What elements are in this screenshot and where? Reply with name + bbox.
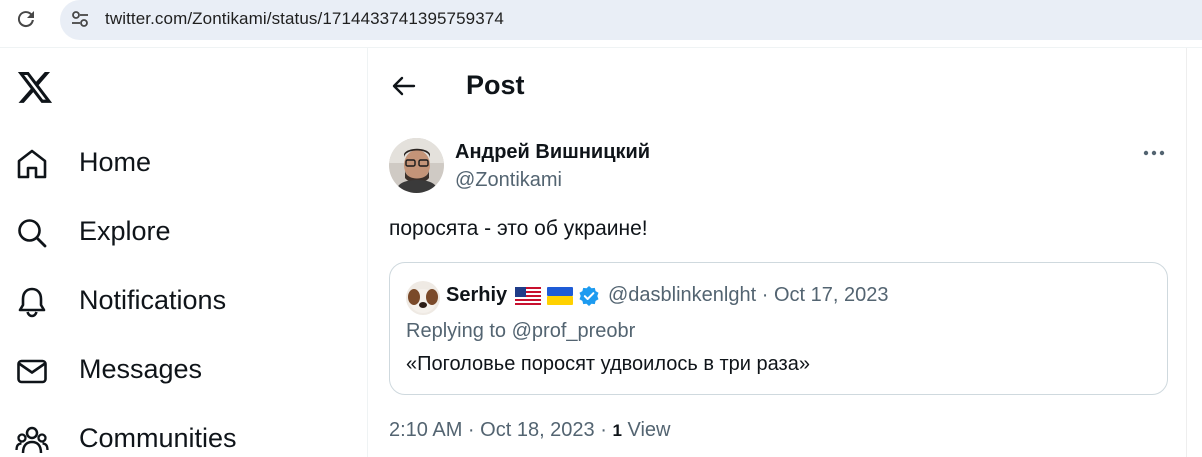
quote-text: «Поголовье поросят удвоилось в три раза» — [406, 353, 810, 375]
replying-to: Replying to @prof_preobr — [406, 320, 635, 343]
views-count: 1 — [612, 421, 622, 440]
mention-link[interactable]: @prof_preobr — [512, 320, 636, 342]
reload-icon[interactable] — [14, 7, 38, 31]
main-column: Post Андрей Вишницкий @Zontikami поросят… — [368, 48, 1186, 457]
sidebar-item-label: Notifications — [79, 285, 227, 315]
author-name[interactable]: Андрей Вишницкий — [455, 141, 650, 164]
x-logo-icon[interactable] — [16, 68, 54, 106]
quote-author-name[interactable]: Serhiy — [446, 284, 507, 307]
avatar-image — [389, 138, 444, 193]
avatar[interactable] — [389, 138, 444, 193]
sidebar-item-communities[interactable]: Communities — [0, 413, 367, 457]
bell-icon — [18, 287, 46, 318]
sidebar-item-home[interactable]: Home — [0, 137, 367, 189]
browser-bar: twitter.com/Zontikami/status/17144337413… — [0, 0, 1202, 40]
author-handle[interactable]: @Zontikami — [455, 169, 562, 192]
communities-icon — [15, 426, 49, 454]
sidebar-item-messages[interactable]: Messages — [0, 344, 367, 396]
tweet-time[interactable]: 2:10 AM · Oct 18, 2023 · — [389, 419, 612, 441]
tweet-text: поросята - это об украине! — [389, 217, 648, 240]
quoted-tweet[interactable]: Serhiy @dasblinkenlght · Oct 17, 2023 Re… — [389, 262, 1168, 395]
sidebar-nav: Home Explore Notifications Messages Comm… — [0, 48, 367, 457]
scrollbar[interactable] — [1186, 48, 1202, 457]
home-icon — [17, 149, 47, 179]
views-label: View — [621, 419, 671, 441]
sidebar-item-label: Explore — [79, 216, 171, 246]
ukraine-flag-icon — [547, 287, 573, 305]
more-options-icon[interactable] — [1140, 142, 1168, 164]
quote-meta[interactable]: @dasblinkenlght · Oct 17, 2023 — [608, 284, 888, 307]
envelope-icon — [17, 359, 47, 384]
site-settings-icon[interactable] — [69, 8, 91, 30]
url-text[interactable]: twitter.com/Zontikami/status/17144337413… — [105, 9, 504, 29]
back-arrow-icon[interactable] — [390, 72, 418, 100]
page-title: Post — [466, 70, 525, 100]
tweet-timestamp: 2:10 AM · Oct 18, 2023 · 1 View — [389, 419, 670, 442]
quote-avatar-image — [406, 281, 440, 315]
sidebar-item-notifications[interactable]: Notifications — [0, 275, 367, 327]
sidebar-item-label: Messages — [79, 354, 203, 384]
sidebar-item-label: Communities — [79, 423, 237, 453]
us-flag-icon — [515, 287, 541, 305]
sidebar-item-label: Home — [79, 147, 152, 177]
sidebar-item-explore[interactable]: Explore — [0, 206, 367, 258]
quote-avatar[interactable] — [406, 281, 440, 315]
search-icon — [18, 219, 47, 248]
verified-badge-icon — [579, 286, 599, 306]
replying-prefix: Replying to — [406, 320, 512, 342]
